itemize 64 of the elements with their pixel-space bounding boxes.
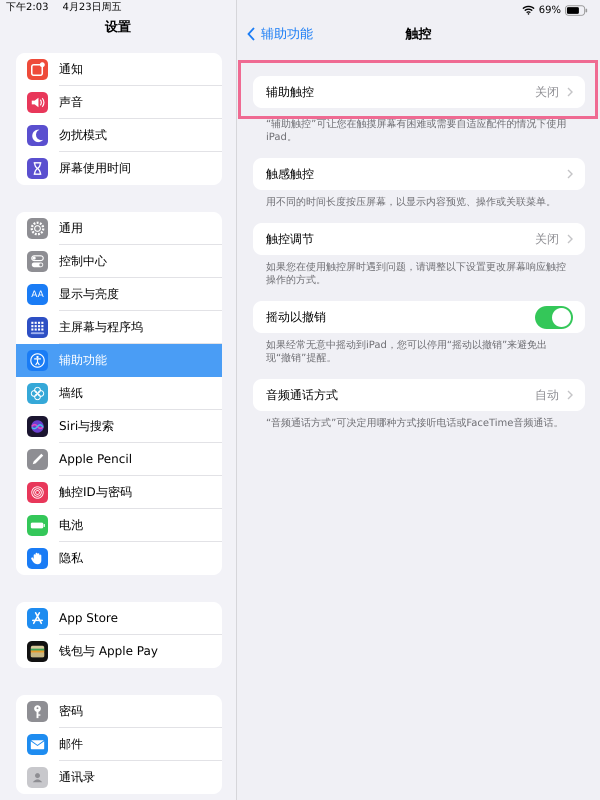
text-size-icon: AA [27, 284, 48, 305]
orb-icon [27, 416, 48, 437]
grid-icon [27, 317, 48, 338]
status-date: 4月23日周五 [62, 1, 122, 14]
settings-row[interactable]: 音频通话方式 自动 [253, 379, 585, 411]
sidebar-item[interactable]: AA 显示与亮度 [16, 278, 222, 311]
footer-note: “辅助触控”可让您在触摸屏幕有困难或需要自适应配件的情况下使用iPad。 [265, 118, 568, 144]
footer-note: 如果您在使用触控屏时遇到问题，请调整以下设置更改屏幕响应触控操作的方式。 [265, 261, 567, 287]
speaker-icon [27, 92, 48, 113]
sidebar-item[interactable]: 通知 [16, 53, 222, 86]
battery-icon [565, 4, 588, 16]
sidebar-item[interactable]: 隐私 [16, 542, 222, 575]
key-icon [27, 701, 48, 722]
settings-row[interactable]: 辅助触控 关闭 [253, 76, 585, 108]
footer-note: 用不同的时间长度按压屏幕，以显示内容预览、操作或关联菜单。 [265, 196, 557, 209]
sidebar-item[interactable]: 勿扰模式 [16, 119, 222, 152]
back-button[interactable]: 辅助功能 [237, 24, 313, 42]
chevron-icon [567, 87, 573, 97]
toggle-switch[interactable] [535, 306, 573, 328]
page-title: 触控 [406, 26, 432, 42]
toggles-icon [27, 251, 48, 272]
battery-icon [27, 515, 48, 536]
settings-row[interactable]: 摇动以撤销 [253, 301, 585, 333]
wifi-icon [522, 5, 535, 15]
sidebar-item[interactable]: 墙纸 [16, 377, 222, 410]
app-store-icon [27, 608, 48, 629]
chevron-icon [567, 390, 573, 400]
moon-icon [27, 125, 48, 146]
sidebar-title: 设置 [105, 19, 131, 37]
hand-icon [27, 548, 48, 569]
hourglass-icon [27, 158, 48, 179]
sidebar-item[interactable]: 通讯录 [16, 761, 222, 794]
sidebar-item[interactable]: 密码 [16, 695, 222, 728]
sidebar-item[interactable]: 屏幕使用时间 [16, 152, 222, 185]
status-time: 下午2:03 [6, 1, 48, 14]
row-value: 自动 [535, 386, 559, 404]
pencil-icon [27, 449, 48, 470]
sidebar-item[interactable]: 触控ID与密码 [16, 476, 222, 509]
sidebar-item[interactable]: 通用 [16, 212, 222, 245]
flower-icon [27, 383, 48, 404]
sidebar-item[interactable]: 声音 [16, 86, 222, 119]
chevron-icon [567, 169, 573, 179]
contact-icon [27, 767, 48, 788]
sidebar-item[interactable]: Apple Pencil [16, 443, 222, 476]
footer-note: 如果经常无意中摇动到iPad，您可以停用“摇动以撤销”来避免出现“撤销”提醒。 [265, 339, 548, 365]
accessibility-icon [27, 350, 48, 371]
back-chevron-icon [247, 26, 255, 40]
wallet-icon [27, 641, 48, 662]
settings-row[interactable]: 触感触控 [253, 158, 585, 190]
footer-note: “音频通话方式”可决定用哪种方式接听电话或FaceTime音频通话。 [265, 417, 564, 430]
envelope-icon [27, 734, 48, 755]
sidebar-item[interactable]: 主屏幕与程序坞 [16, 311, 222, 344]
sidebar-item[interactable]: 控制中心 [16, 245, 222, 278]
row-value: 关闭 [535, 230, 559, 248]
fingerprint-icon [27, 482, 48, 503]
row-value: 关闭 [535, 84, 559, 100]
battery-percent: 69% [538, 4, 561, 16]
sidebar-item[interactable]: Siri与搜索 [16, 410, 222, 443]
chevron-icon [567, 234, 573, 244]
sidebar-item[interactable]: 钱包与 Apple Pay [16, 635, 222, 668]
sidebar-item[interactable]: 电池 [16, 509, 222, 542]
sidebar-item[interactable]: App Store [16, 602, 222, 635]
sidebar-item[interactable]: 邮件 [16, 728, 222, 761]
settings-row[interactable]: 触控调节 关闭 [253, 223, 585, 255]
